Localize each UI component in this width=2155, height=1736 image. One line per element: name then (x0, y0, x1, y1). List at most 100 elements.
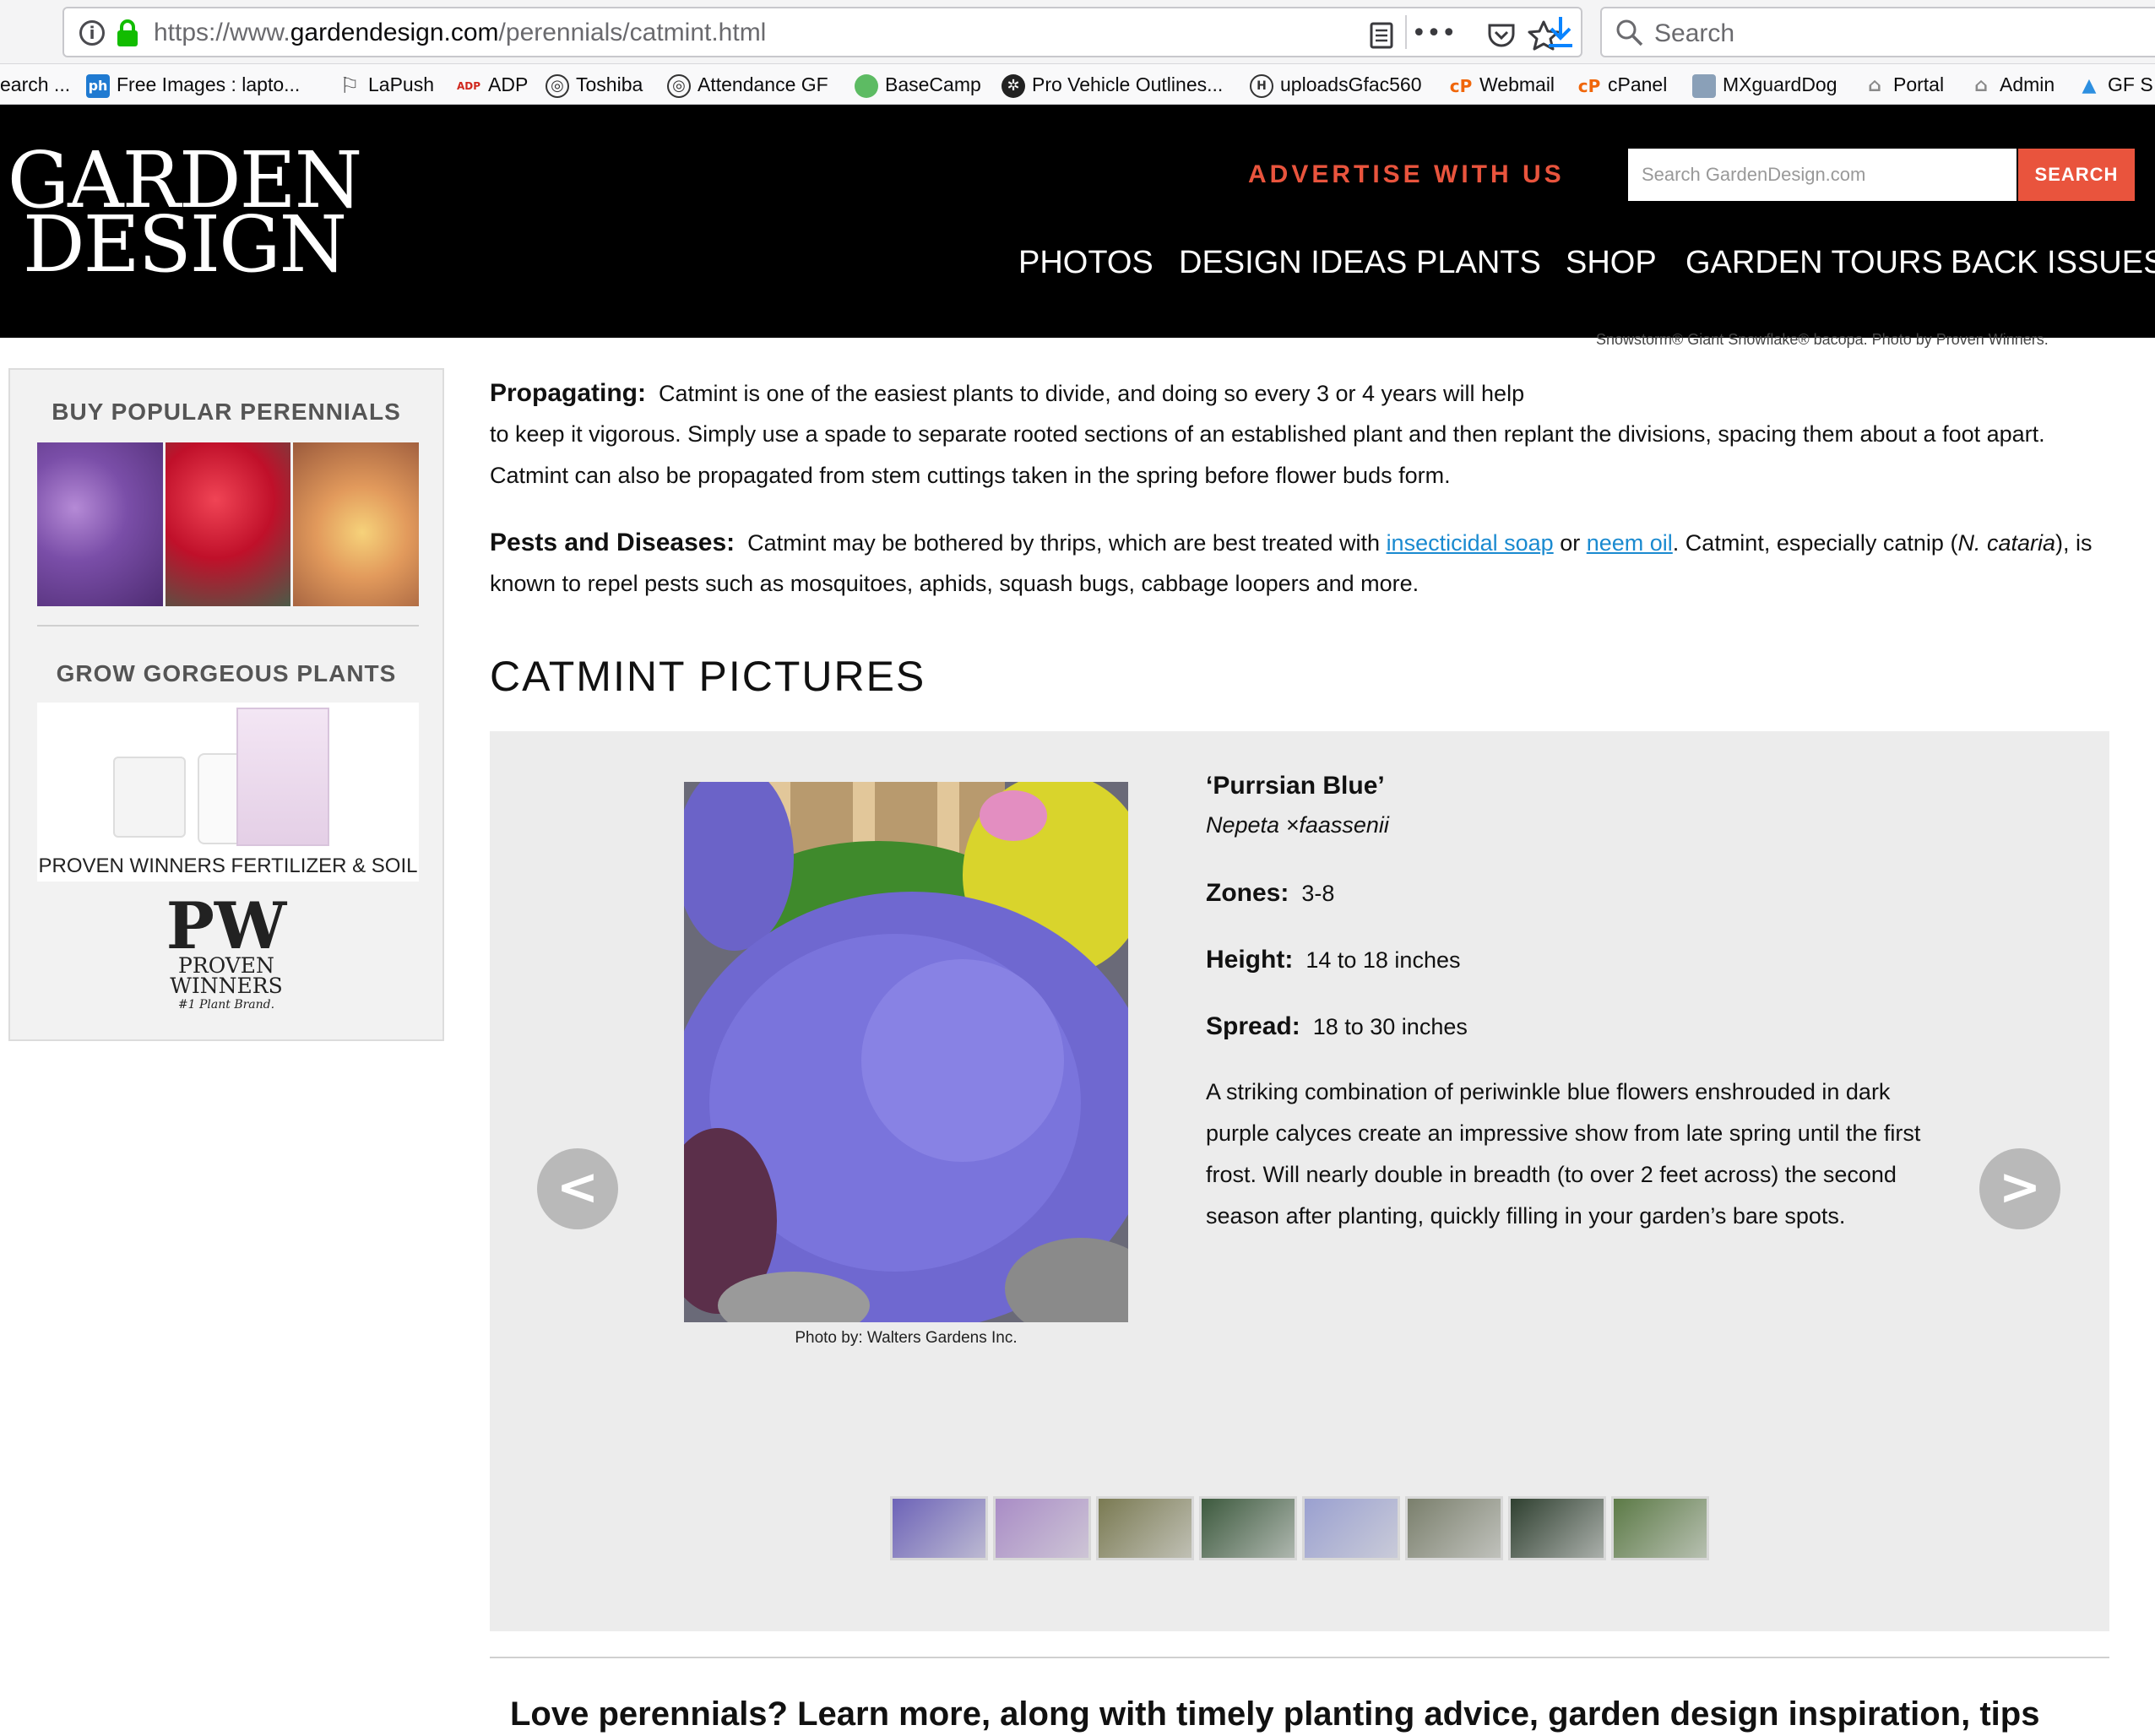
description-line1: A striking combination of periwinkle blu… (1206, 1079, 1891, 1104)
browser-search-field[interactable]: Search (1600, 7, 2155, 57)
site-search-input[interactable]: Search GardenDesign.com (1628, 149, 2017, 201)
height-row: Height: 14 to 18 inches (1206, 946, 1461, 974)
bookmark-item[interactable]: cP cPanel (1577, 71, 1668, 98)
bookmarks-toolbar: earch ... ph Free Images : lapto... ⚐ LaPu… (0, 64, 2155, 105)
ph-icon: ph (86, 73, 110, 98)
proven-winners-logo[interactable]: PW PROVEN WINNERS #1 Plant Brand. (142, 888, 311, 1023)
pw-name-2: WINNERS (170, 974, 283, 998)
adp-icon: ADP (456, 79, 481, 92)
bookmark-item[interactable]: ADP ADP (456, 71, 528, 98)
bookmark-item[interactable]: ◎ Toshiba (546, 71, 643, 98)
propagating-paragraph-line1: Propagating: Catmint is one of the easie… (490, 379, 1525, 407)
pw-monogram: PW (166, 888, 287, 963)
gallery-thumbnail[interactable] (1199, 1496, 1297, 1560)
bookmark-item[interactable]: earch ... (0, 71, 70, 98)
pw-tagline: #1 Plant Brand. (177, 998, 275, 1012)
site-header: GARDEN DESIGN ADVERTISE WITH US Search G… (0, 105, 2155, 338)
gallery-thumbnail[interactable] (1096, 1496, 1194, 1560)
nav-design-ideas[interactable]: DESIGN IDEAS (1179, 245, 1407, 281)
insecticidal-soap-link[interactable]: insecticidal soap (1387, 530, 1554, 556)
h-icon: H (1250, 73, 1273, 98)
gallery-thumbnail[interactable] (1405, 1496, 1503, 1560)
prev-arrow-button[interactable]: < (537, 1148, 618, 1229)
nav-shop[interactable]: SHOP (1566, 245, 1657, 281)
bookmark-item[interactable]: ✲ Pro Vehicle Outlines... (1002, 71, 1223, 98)
site-search-button[interactable]: SEARCH (2018, 149, 2135, 201)
photo-credit: Photo by: Walters Gardens Inc. (795, 1329, 1018, 1347)
gallery-thumbnail[interactable] (890, 1496, 988, 1560)
bookmark-item[interactable]: MXguardDog (1692, 71, 1837, 98)
description-line2: purple calyces create an impressive show… (1206, 1120, 1921, 1146)
next-arrow-button[interactable]: > (1979, 1148, 2060, 1229)
thumbnail-strip (890, 1496, 1709, 1560)
lock-icon (117, 19, 138, 46)
propagating-label: Propagating: (490, 379, 646, 407)
nav-garden-tours[interactable]: GARDEN TOURS (1685, 245, 1943, 281)
gallery-thumbnail[interactable] (993, 1496, 1091, 1560)
sidebar-divider (37, 625, 419, 627)
cpanel-icon: cP (1577, 75, 1601, 96)
sidebar-ad: BUY POPULAR PERENNIALS GROW GORGEOUS PLA… (8, 368, 444, 1041)
nav-photos[interactable]: PHOTOS (1018, 245, 1153, 281)
bookmark-item[interactable]: ⌂ Admin (1969, 71, 2055, 98)
bookmark-item[interactable]: ▲ GF S (2077, 71, 2153, 98)
description-line3: frost. Will nearly double in breadth (to… (1206, 1162, 1897, 1187)
section-divider (490, 1657, 2109, 1658)
plant-name: ‘Purrsian Blue’ (1206, 772, 1385, 800)
globe-icon: ◎ (546, 73, 569, 98)
flag-icon: ⚐ (339, 73, 360, 99)
cpanel-icon: cP (1449, 75, 1473, 96)
heuchera-photo (37, 442, 163, 606)
spread-row: Spread: 18 to 30 inches (1206, 1012, 1468, 1040)
botanical-name: Nepeta ×faassenii (1206, 812, 1389, 838)
bookmark-item[interactable]: ⚐ LaPush (338, 71, 434, 98)
bank-icon: ⌂ (1868, 74, 1881, 96)
bookmark-item[interactable]: ph Free Images : lapto... (86, 71, 300, 98)
dog-icon (1692, 73, 1716, 98)
clipped-photo-caption: Snowstorm® Giant Snowflake® bacopa. Phot… (1596, 331, 2049, 348)
sidebar-title-buy[interactable]: BUY POPULAR PERENNIALS (10, 399, 442, 426)
catmint-main-photo[interactable] (684, 782, 1128, 1322)
bookmark-item[interactable]: ⌂ Portal (1863, 71, 1944, 98)
search-icon (1616, 19, 1643, 46)
info-icon[interactable]: i (79, 20, 105, 46)
page-actions-icon[interactable]: ••• (1392, 17, 1476, 51)
bookmark-item[interactable]: ◎ Attendance GF (667, 71, 828, 98)
catmint-photo-art (684, 782, 1128, 1322)
fertilizer-product-image[interactable]: PROVEN WINNERS FERTILIZER & SOIL (37, 703, 419, 882)
fertilizer-tub (113, 757, 186, 838)
triangle-icon: ▲ (2082, 74, 2097, 96)
browser-toolbar: i https://www.gardendesign.com/perennial… (0, 0, 2155, 64)
site-logo[interactable]: GARDEN DESIGN (7, 142, 363, 290)
dianthus-photo (165, 442, 291, 606)
url-text[interactable]: https://www.gardendesign.com/perennials/… (154, 19, 766, 47)
product-label: PROVEN WINNERS FERTILIZER & SOIL (38, 854, 418, 877)
pests-paragraph-line1: Pests and Diseases: Catmint may be bothe… (490, 529, 2093, 556)
bookmark-item[interactable]: cP Webmail (1449, 71, 1555, 98)
gallery-thumbnail[interactable] (1611, 1496, 1709, 1560)
sidebar-title-grow[interactable]: GROW GORGEOUS PLANTS (10, 660, 442, 687)
globe-icon: ◎ (667, 73, 691, 98)
bookmark-item[interactable]: HuploadsGfac560 (1250, 71, 1422, 98)
basecamp-icon (855, 73, 878, 98)
logo-line-2: DESIGN (22, 199, 347, 290)
gear-icon: ✲ (1002, 73, 1025, 98)
propagating-paragraph-line2: to keep it vigorous. Simply use a spade … (490, 421, 2045, 447)
pests-paragraph-line2: known to repel pests such as mosquitoes,… (490, 571, 1419, 596)
perennial-photos[interactable] (37, 442, 420, 606)
download-icon[interactable] (1545, 15, 1576, 49)
pests-label: Pests and Diseases: (490, 529, 736, 556)
nav-back-issues[interactable]: BACK ISSUES (1951, 245, 2155, 281)
nav-plants[interactable]: PLANTS (1416, 245, 1541, 281)
gallery-thumbnail[interactable] (1508, 1496, 1606, 1560)
gallery-thumbnail[interactable] (1302, 1496, 1400, 1560)
zones-row: Zones: 3-8 (1206, 879, 1335, 907)
advertise-link[interactable]: ADVERTISE WITH US (1248, 160, 1565, 189)
bank-icon: ⌂ (1974, 74, 1988, 96)
daylily-photo (293, 442, 420, 606)
potting-soil-bag (236, 708, 329, 846)
address-bar[interactable]: i https://www.gardendesign.com/perennial… (62, 7, 1582, 57)
pocket-icon[interactable] (1485, 19, 1518, 52)
neem-oil-link[interactable]: neem oil (1587, 530, 1673, 556)
bookmark-item[interactable]: BaseCamp (855, 71, 981, 98)
